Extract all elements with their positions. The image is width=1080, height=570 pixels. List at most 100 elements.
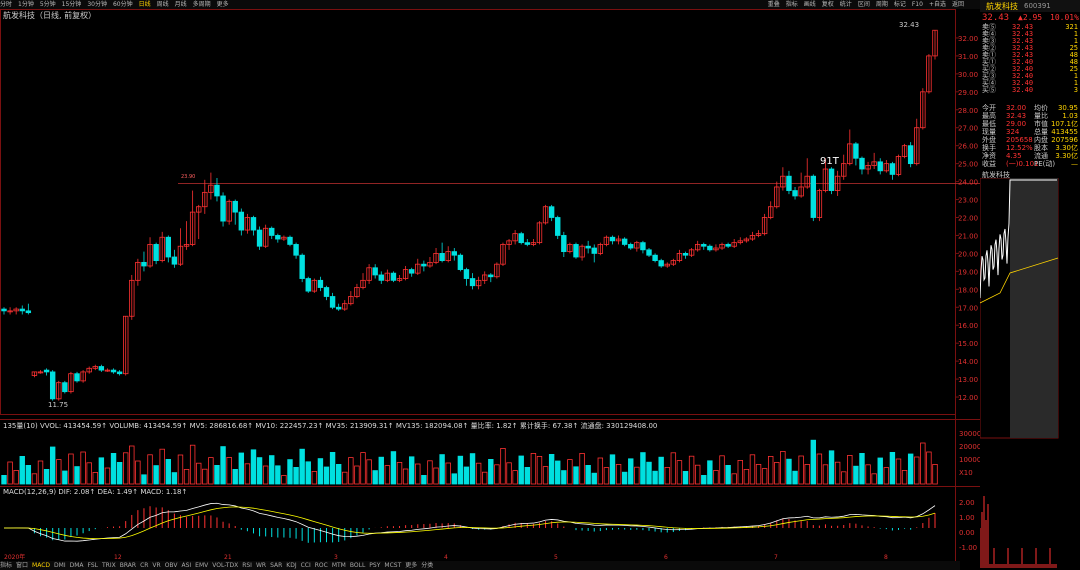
candle-body [116,371,123,375]
indicator-tab-15[interactable]: WR [256,562,266,569]
indicator-tab-11[interactable]: ASI [181,562,191,569]
volume-bar [445,462,451,485]
candle-body [524,242,531,245]
candle-body [786,175,792,191]
volume-bar [335,463,342,485]
volume-bar [366,459,372,485]
candle-body [421,263,427,267]
volume-bar [311,470,318,485]
volume-bar [804,463,810,485]
date-label: 12 [114,554,122,561]
candle-body [628,244,634,249]
candle-body [585,245,591,249]
y-axis-label: 26.00 [958,143,978,151]
indicator-tab-1[interactable]: 窗口 [16,562,28,569]
volume-bar [646,461,652,485]
indicator-tab-24[interactable]: 更多 [405,562,417,569]
candle-body [299,254,305,279]
y-axis-label: 32.00 [958,35,978,43]
indicator-tab-14[interactable]: RSI [242,562,252,569]
indicator-tab-5[interactable]: FSL [88,562,99,569]
volume-bar [68,453,74,485]
indicator-tab-2[interactable]: MACD [32,562,50,569]
indicator-tab-21[interactable]: BOLL [350,562,365,569]
candle-body [43,369,50,373]
volume-bar [348,457,354,485]
volume-bar [92,471,98,485]
volume-bar [451,473,457,485]
indicator-tab-12[interactable]: EMV [195,562,208,569]
indicator-tab-22[interactable]: PSY [369,562,380,569]
macd-indicator-line: MACD(12,26,9) DIF: 2.08↑ DEA: 1.49↑ MACD… [3,488,188,496]
date-label: 6 [664,554,668,561]
indicator-tab-4[interactable]: DMA [70,562,84,569]
volume-bar [548,453,555,485]
volume-bar [110,452,117,485]
quote-panel: 航发科技 600391 32.43 ▲2.95 10.01% 卖⑤ 32.43 32… [980,0,1080,570]
candle-body [256,229,263,247]
candle-body [141,261,147,267]
candle-body [408,269,415,274]
volume-bar [159,448,165,485]
volume-bar [597,457,604,485]
indicator-tab-7[interactable]: BRAR [120,562,136,569]
volume-bar [439,454,445,485]
volume-bar [135,460,141,485]
volume-bar [402,468,409,485]
candle-body [810,175,817,218]
indicator-tabs[interactable]: 指标 窗口 MACD DMI DMA FSL TRIX BRAR CR VR OBV ASI EMV VO… [0,561,960,570]
indicator-tab-20[interactable]: MTM [332,562,346,569]
kline-chart[interactable]: 32.0031.0030.0029.0028.0027.0026.0025.00… [0,0,980,561]
candle-body [658,260,664,267]
indicator-tab-6[interactable]: TRIX [102,562,116,569]
y-axis-label: 23.00 [958,197,978,205]
candle-body [317,279,324,288]
volume-bar [129,445,135,485]
candle-body [488,274,494,278]
candle-body [153,244,159,261]
volume-bar [171,472,178,485]
volume-bar [323,466,330,485]
volume-bar [244,463,251,485]
volume-bar [889,451,896,485]
indicator-tab-16[interactable]: SAR [270,562,282,569]
stock-name: 航发科技 [986,2,1018,11]
stock-header: 航发科技 600391 [980,0,1080,12]
intraday-chart[interactable] [980,178,1080,570]
stat-row: 换手 12.52% 股本 3.30亿 [982,144,1078,152]
candle-body [889,163,896,175]
volume-bar [281,474,287,485]
candle-body [293,244,299,256]
macd-axis-label: 1.00 [959,514,975,522]
volume-bar [901,469,908,485]
volume-bar [457,455,464,485]
mini-shade [1010,178,1058,438]
indicator-tab-10[interactable]: OBV [165,562,178,569]
candle-body [372,267,378,276]
volume-bar [853,465,859,485]
volume-bar [628,458,634,485]
volume-bar [80,451,86,485]
candle-body [269,227,275,236]
indicator-tab-9[interactable]: VR [152,562,160,569]
candle-body [828,168,835,191]
candle-body [1,308,7,312]
indicator-tab-0[interactable]: 指标 [0,562,12,569]
change: ▲2.95 [1018,13,1043,22]
indicator-tab-17[interactable]: KDJ [286,562,296,569]
y-axis-label: 13.00 [958,376,978,384]
volume-bar [828,450,835,485]
volume-bar [536,455,543,485]
candle-body [250,217,257,231]
indicator-tab-19[interactable]: ROC [315,562,328,569]
indicator-tab-25[interactable]: 分类 [421,562,433,569]
volume-bar [232,468,238,485]
indicator-tab-18[interactable]: CCI [301,562,311,569]
volume-bar [250,449,257,485]
macd-axis-label: 2.00 [959,499,975,507]
indicator-tab-13[interactable]: VOL-TDX [212,562,238,569]
indicator-tab-23[interactable]: MCST [384,562,401,569]
indicator-tab-3[interactable]: DMI [54,562,66,569]
volume-bar [542,466,549,485]
indicator-tab-8[interactable]: CR [140,562,148,569]
